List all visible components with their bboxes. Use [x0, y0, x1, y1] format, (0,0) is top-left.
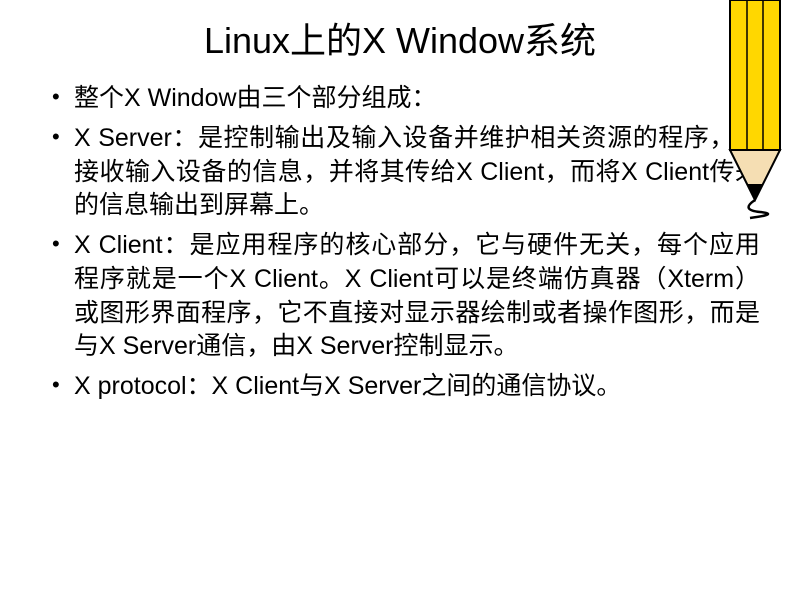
bullet-text: X protocol：X Client与X Server之间的通信协议。 — [74, 370, 760, 404]
bullet-dot: • — [50, 122, 74, 152]
slide-content: • 整个X Window由三个部分组成： • X Server：是控制输出及输入… — [0, 82, 800, 404]
bullet-item: • X Client：是应用程序的核心部分，它与硬件无关，每个应用程序就是一个X… — [50, 229, 760, 364]
bullet-item: • 整个X Window由三个部分组成： — [50, 82, 760, 116]
bullet-item: • X Server：是控制输出及输入设备并维护相关资源的程序，它接收输入设备的… — [50, 122, 760, 223]
slide-title: Linux上的X Window系统 — [0, 0, 800, 82]
bullet-dot: • — [50, 370, 74, 400]
bullet-text: X Server：是控制输出及输入设备并维护相关资源的程序，它接收输入设备的信息… — [74, 122, 760, 223]
bullet-item: • X protocol：X Client与X Server之间的通信协议。 — [50, 370, 760, 404]
bullet-dot: • — [50, 229, 74, 259]
bullet-dot: • — [50, 82, 74, 112]
pencil-decoration — [710, 0, 800, 220]
bullet-text: 整个X Window由三个部分组成： — [74, 82, 760, 116]
bullet-text: X Client：是应用程序的核心部分，它与硬件无关，每个应用程序就是一个X C… — [74, 229, 760, 364]
